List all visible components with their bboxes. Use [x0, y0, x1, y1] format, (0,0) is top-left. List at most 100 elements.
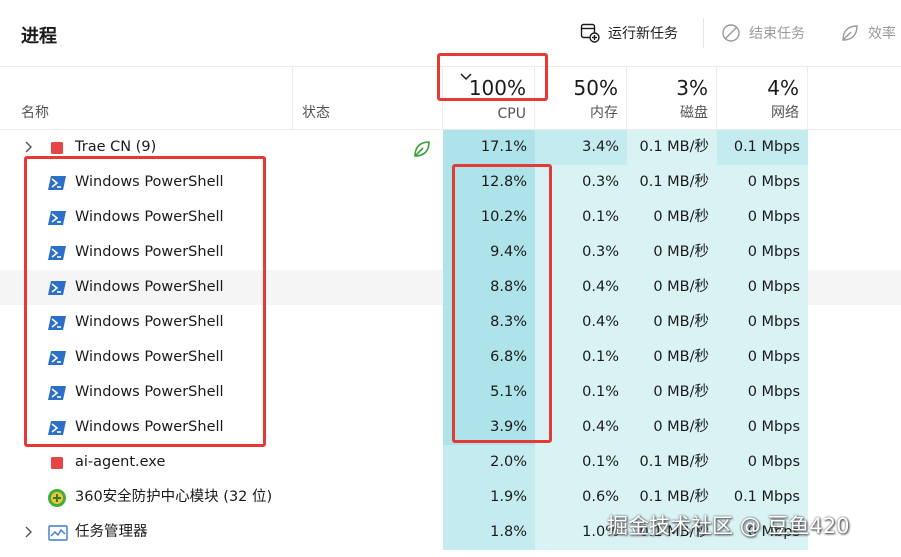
- net-value: 0 Mbps: [717, 235, 808, 270]
- run-new-task-label: 运行新任务: [608, 26, 678, 42]
- toolbar: 进程 运行新任务 结束任务 效率: [0, 0, 901, 66]
- red-square-icon: [48, 455, 66, 471]
- block-icon: [722, 24, 740, 42]
- column-header-status[interactable]: 状态: [293, 67, 443, 130]
- net-value: 0 Mbps: [717, 270, 808, 305]
- net-value: 0 Mbps: [717, 200, 808, 235]
- cpu-value: 8.8%: [443, 270, 535, 305]
- powershell-icon: [48, 245, 66, 261]
- disk-value: 0 MB/秒: [627, 200, 717, 235]
- process-name: 360安全防护中心模块 (32 位): [75, 489, 273, 505]
- end-task-button[interactable]: 结束任务: [721, 20, 805, 46]
- mem-value: 0.4%: [535, 410, 627, 445]
- column-header-name[interactable]: 名称: [0, 67, 293, 130]
- mem-value: 0.1%: [535, 340, 627, 375]
- memory-total: 50%: [573, 76, 618, 100]
- network-total: 4%: [767, 76, 799, 100]
- mem-value: 0.4%: [535, 305, 627, 340]
- net-value: 0 Mbps: [717, 305, 808, 340]
- mem-value: 3.4%: [535, 130, 627, 165]
- net-value: 0 Mbps: [717, 410, 808, 445]
- process-name: Windows PowerShell: [75, 244, 224, 260]
- eco-leaf-icon: [411, 138, 433, 164]
- mem-value: 0.1%: [535, 445, 627, 480]
- process-name: Windows PowerShell: [75, 174, 224, 190]
- process-name: Windows PowerShell: [75, 384, 224, 400]
- powershell-icon: [48, 175, 66, 191]
- disk-value: 0 MB/秒: [627, 235, 717, 270]
- powershell-icon: [48, 315, 66, 331]
- efficiency-label: 效率: [868, 26, 896, 42]
- page-title: 进程: [21, 26, 57, 47]
- column-header-network[interactable]: 4% 网络: [717, 67, 808, 130]
- disk-value: 0.1 MB/秒: [627, 445, 717, 480]
- process-row[interactable]: Trae CN (9) 17.1% 3.4% 0.1 MB/秒 0.1 Mbps: [0, 130, 901, 165]
- task-manager-icon: [48, 525, 68, 541]
- cpu-value: 5.1%: [443, 375, 535, 410]
- powershell-icon: [48, 385, 66, 401]
- toolbar-divider: [703, 18, 704, 48]
- process-row[interactable]: Windows PowerShell 8.8% 0.4% 0 MB/秒 0 Mbps: [0, 270, 901, 305]
- process-name: Windows PowerShell: [75, 419, 224, 435]
- powershell-icon: [48, 350, 66, 366]
- process-row[interactable]: Windows PowerShell 5.1% 0.1% 0 MB/秒 0 Mbps: [0, 375, 901, 410]
- disk-value: 0 MB/秒: [627, 305, 717, 340]
- powershell-icon: [48, 280, 66, 296]
- process-row[interactable]: Windows PowerShell 3.9% 0.4% 0 MB/秒 0 Mbps: [0, 410, 901, 445]
- cpu-value: 1.9%: [443, 480, 535, 515]
- cpu-value: 6.8%: [443, 340, 535, 375]
- disk-value: 0.1 MB/秒: [627, 165, 717, 200]
- process-name: Trae CN (9): [75, 139, 157, 155]
- process-row[interactable]: Windows PowerShell 12.8% 0.3% 0.1 MB/秒 0 Mbp…: [0, 165, 901, 200]
- process-row[interactable]: ai-agent.exe 2.0% 0.1% 0.1 MB/秒 0 Mbps: [0, 445, 901, 480]
- powershell-icon: [48, 210, 66, 226]
- net-value: 0 Mbps: [717, 340, 808, 375]
- process-name: Windows PowerShell: [75, 349, 224, 365]
- column-header-row: 名称 状态 100% CPU 50% 内存 3% 磁盘 4% 网络: [0, 66, 901, 130]
- cpu-value: 9.4%: [443, 235, 535, 270]
- 360-shield-icon: [47, 488, 66, 507]
- mem-value: 0.1%: [535, 375, 627, 410]
- disk-value: 0.1 MB/秒: [627, 130, 717, 165]
- disk-value: 0 MB/秒: [627, 410, 717, 445]
- process-row[interactable]: Windows PowerShell 8.3% 0.4% 0 MB/秒 0 Mbps: [0, 305, 901, 340]
- end-task-label: 结束任务: [749, 26, 805, 42]
- mem-value: 0.1%: [535, 200, 627, 235]
- chevron-right-icon[interactable]: [24, 141, 34, 153]
- column-header-cpu[interactable]: 100% CPU: [443, 67, 535, 130]
- net-value: 0 Mbps: [717, 375, 808, 410]
- red-square-icon: [48, 140, 66, 156]
- powershell-icon: [48, 420, 66, 436]
- process-row[interactable]: Windows PowerShell 9.4% 0.3% 0 MB/秒 0 Mbps: [0, 235, 901, 270]
- cpu-value: 1.8%: [443, 515, 535, 550]
- process-name: 任务管理器: [75, 524, 148, 540]
- disk-value: 0 MB/秒: [627, 340, 717, 375]
- leaf-icon: [842, 25, 858, 41]
- column-header-memory[interactable]: 50% 内存: [535, 67, 627, 130]
- process-row[interactable]: Windows PowerShell 6.8% 0.1% 0 MB/秒 0 Mbps: [0, 340, 901, 375]
- chevron-right-icon[interactable]: [24, 526, 34, 538]
- disk-value: 0 MB/秒: [627, 375, 717, 410]
- cpu-value: 10.2%: [443, 200, 535, 235]
- new-task-icon: [580, 23, 600, 43]
- disk-total: 3%: [676, 76, 708, 100]
- mem-value: 0.3%: [535, 165, 627, 200]
- process-name: Windows PowerShell: [75, 314, 224, 330]
- watermark: 掘金技术社区 @ 豆鱼420: [607, 514, 850, 538]
- disk-value: 0 MB/秒: [627, 270, 717, 305]
- process-row[interactable]: Windows PowerShell 10.2% 0.1% 0 MB/秒 0 Mbps: [0, 200, 901, 235]
- cpu-value: 17.1%: [443, 130, 535, 165]
- cpu-value: 3.9%: [443, 410, 535, 445]
- efficiency-mode-button[interactable]: 效率: [840, 20, 896, 46]
- process-name: ai-agent.exe: [75, 454, 166, 470]
- net-value: 0 Mbps: [717, 445, 808, 480]
- net-value: 0.1 Mbps: [717, 130, 808, 165]
- mem-value: 0.4%: [535, 270, 627, 305]
- mem-value: 0.3%: [535, 235, 627, 270]
- net-value: 0 Mbps: [717, 165, 808, 200]
- process-name: Windows PowerShell: [75, 209, 224, 225]
- cpu-value: 8.3%: [443, 305, 535, 340]
- run-new-task-button[interactable]: 运行新任务: [580, 20, 678, 46]
- column-header-disk[interactable]: 3% 磁盘: [627, 67, 717, 130]
- cpu-total: 100%: [468, 76, 526, 100]
